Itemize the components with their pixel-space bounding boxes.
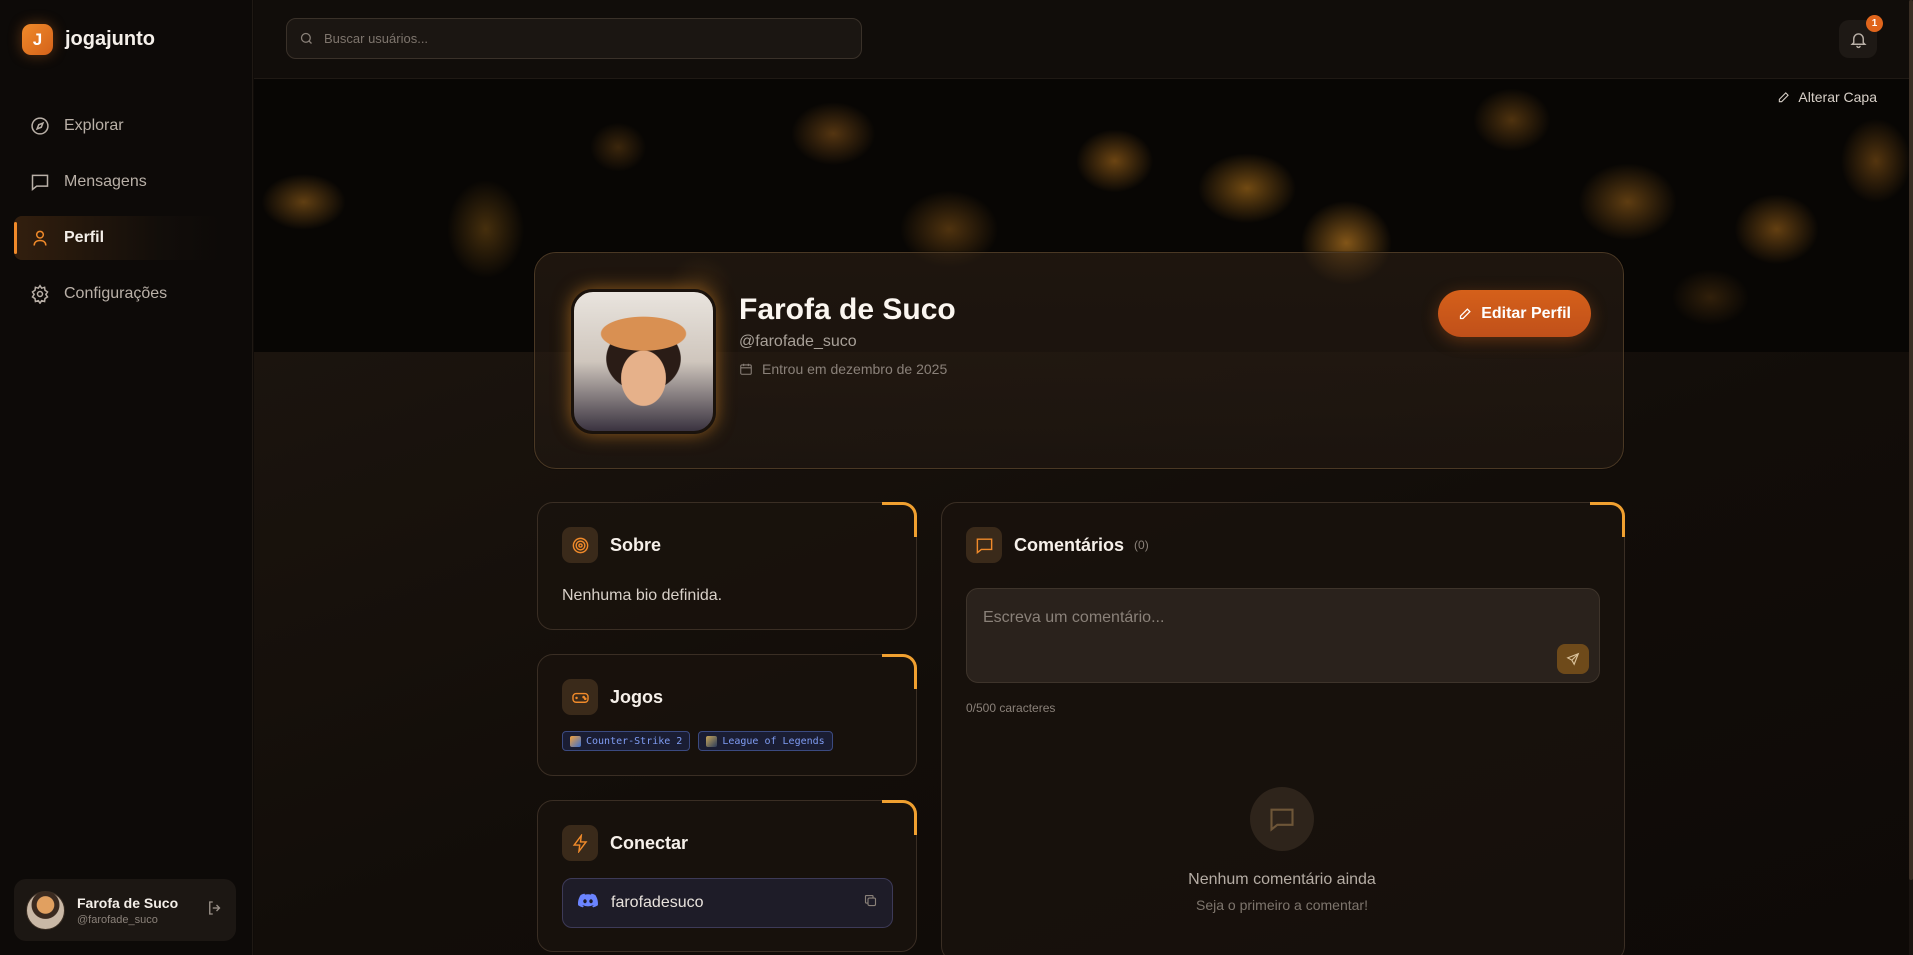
connect-title: Conectar xyxy=(610,832,689,853)
joined-date: Entrou em dezembro de 2025 xyxy=(739,361,947,377)
change-cover-label: Alterar Capa xyxy=(1798,89,1877,105)
user-handle: @farofade_suco xyxy=(77,913,158,926)
copy-button[interactable] xyxy=(863,893,878,913)
compass-icon xyxy=(31,117,49,135)
avatar xyxy=(26,890,65,930)
sidebar-item-label: Mensagens xyxy=(64,173,147,190)
sidebar-item-label: Explorar xyxy=(64,117,124,134)
current-user-card[interactable]: Farofa de Suco @farofade_suco xyxy=(14,879,236,941)
discord-username: farofadesuco xyxy=(611,894,704,911)
calendar-icon xyxy=(740,363,752,375)
profile-name: Farofa de Suco xyxy=(739,293,956,326)
discord-link[interactable]: farofadesuco xyxy=(562,878,893,928)
sidebar-item-label: Configurações xyxy=(64,285,168,302)
sidebar-item-explorar[interactable]: Explorar xyxy=(14,104,220,148)
empty-comments-icon xyxy=(1250,787,1314,851)
game-tag-lol[interactable]: League of Legends xyxy=(698,731,833,751)
search-input[interactable] xyxy=(324,31,861,46)
comment-composer xyxy=(966,588,1600,683)
comment-input[interactable] xyxy=(983,609,1543,659)
connect-header: Conectar xyxy=(562,825,688,861)
comments-count: (0) xyxy=(1134,538,1149,552)
game-tag-label: Counter-Strike 2 xyxy=(586,735,683,747)
user-name: Farofa de Suco xyxy=(77,894,179,911)
bell-icon xyxy=(1849,32,1867,48)
games-header: Jogos xyxy=(562,679,663,715)
connect-card: Conectar farofadesuco xyxy=(537,800,917,952)
discord-icon xyxy=(577,890,599,917)
scrollbar[interactable] xyxy=(1909,0,1913,955)
sidebar-item-configuracoes[interactable]: Configurações xyxy=(14,272,220,316)
comment-icon xyxy=(966,527,1002,563)
pencil-icon xyxy=(1460,308,1471,320)
about-header: Sobre xyxy=(562,527,661,563)
topbar: 1 xyxy=(254,0,1913,79)
sidebar-item-mensagens[interactable]: Mensagens xyxy=(14,160,220,204)
scrollbar-thumb[interactable] xyxy=(1909,0,1913,880)
send-comment-button[interactable] xyxy=(1557,644,1589,674)
pencil-icon xyxy=(1779,92,1790,103)
edit-profile-label: Editar Perfil xyxy=(1481,304,1571,322)
joined-text: Entrou em dezembro de 2025 xyxy=(762,361,948,377)
game-tag-label: League of Legends xyxy=(722,735,825,747)
profile-avatar[interactable] xyxy=(571,289,716,434)
about-title: Sobre xyxy=(610,534,662,555)
change-cover-button[interactable]: Alterar Capa xyxy=(1777,89,1877,105)
games-card: Jogos Counter-Strike 2 League of Legends xyxy=(537,654,917,776)
sidebar: J jogajunto Explorar Mensagens Perfil Co… xyxy=(0,0,253,955)
empty-comments-title: Nenhum comentário ainda xyxy=(1188,871,1376,888)
about-card: Sobre Nenhuma bio definida. xyxy=(537,502,917,630)
cs2-icon xyxy=(570,735,581,747)
message-icon xyxy=(31,174,49,192)
user-info: Farofa de Suco @farofade_suco xyxy=(77,895,194,926)
lol-icon xyxy=(706,735,718,747)
edit-profile-button[interactable]: Editar Perfil xyxy=(1438,290,1591,337)
logout-button[interactable] xyxy=(206,899,224,922)
games-list: Counter-Strike 2 League of Legends xyxy=(562,731,833,751)
brand-logo: J xyxy=(22,24,53,55)
search-bar[interactable] xyxy=(286,18,862,59)
bio-text: Nenhuma bio definida. xyxy=(562,587,723,604)
user-icon xyxy=(33,230,47,246)
sidebar-item-label: Perfil xyxy=(64,229,105,246)
gamepad-icon xyxy=(562,679,598,715)
games-title: Jogos xyxy=(610,686,664,707)
notifications-button[interactable]: 1 xyxy=(1839,15,1883,58)
profile-header: Farofa de Suco @farofade_suco Entrou em … xyxy=(534,252,1624,469)
target-icon xyxy=(562,527,598,563)
comments-header: Comentários (0) xyxy=(966,527,1149,563)
sidebar-nav: Explorar Mensagens Perfil Configurações xyxy=(14,104,220,328)
char-counter: 0/500 caracteres xyxy=(966,701,1056,715)
brand-name: jogajunto xyxy=(65,28,155,50)
comments-title: Comentários xyxy=(1014,534,1125,555)
send-icon xyxy=(1566,652,1580,666)
lightning-icon xyxy=(562,825,598,861)
copy-icon xyxy=(864,894,877,907)
notification-badge: 1 xyxy=(1866,15,1883,32)
brand[interactable]: J jogajunto xyxy=(22,24,155,55)
sidebar-item-perfil[interactable]: Perfil xyxy=(14,216,220,260)
empty-comments-subtitle: Seja o primeiro a comentar! xyxy=(1196,897,1368,913)
profile-handle: @farofade_suco xyxy=(739,333,857,350)
comments-card: Comentários (0) 0/500 caracteres Nenhum … xyxy=(941,502,1625,955)
search-icon xyxy=(300,32,312,44)
game-tag-cs2[interactable]: Counter-Strike 2 xyxy=(562,731,691,751)
logout-icon xyxy=(209,900,221,915)
gear-icon xyxy=(31,284,49,304)
